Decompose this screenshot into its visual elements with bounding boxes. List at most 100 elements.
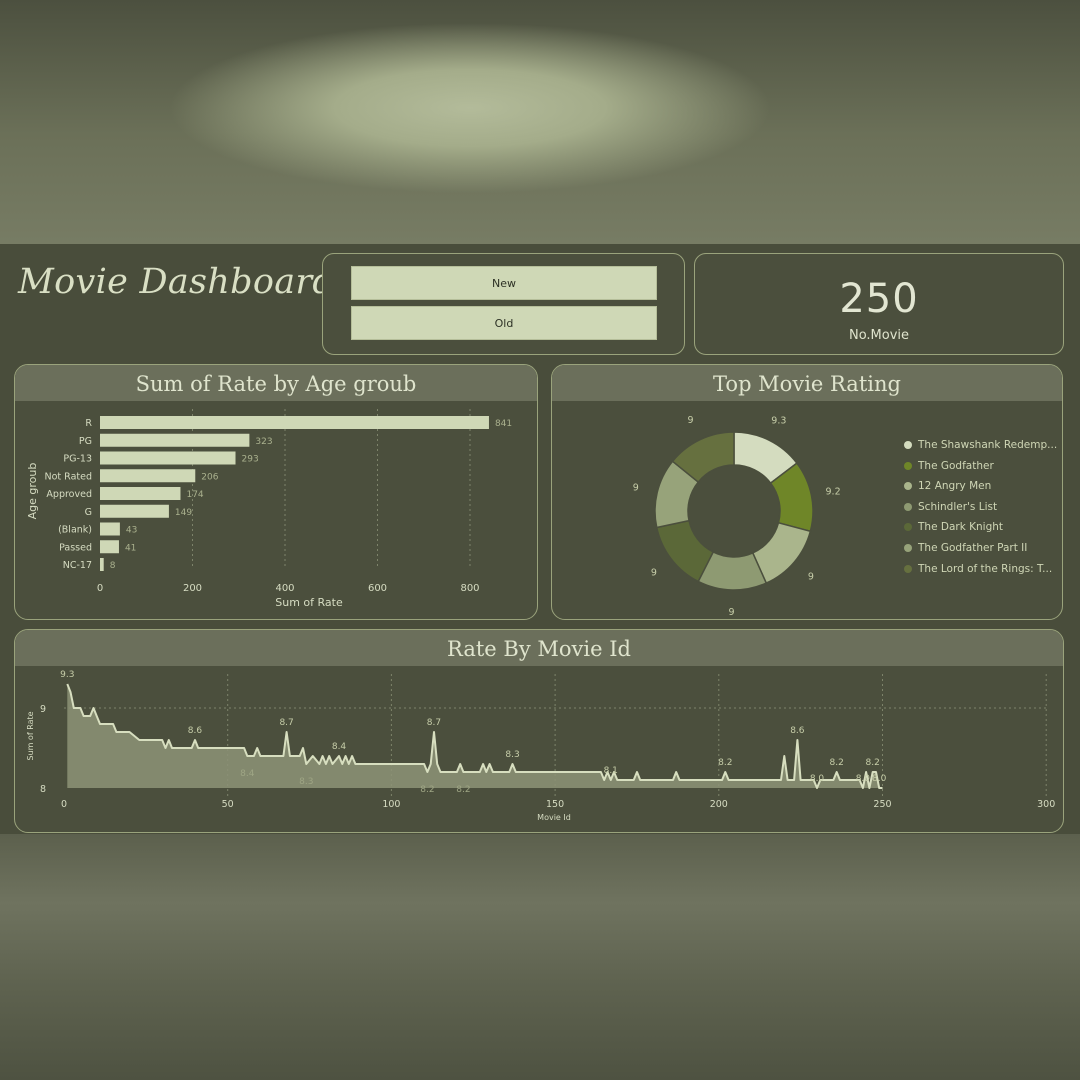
category-label: Approved [46, 489, 92, 500]
bar [100, 558, 104, 571]
slice-data-label: 9 [651, 568, 657, 579]
x-axis-title: Sum of Rate [275, 596, 343, 609]
rate-by-movie-chart-panel: Rate By Movie Id 0 50 100 150 200 250 300 8 9 9.3… [14, 629, 1064, 833]
legend-item: Schindler's List [904, 497, 1054, 518]
rate-by-movie-area-chart: 0 50 100 150 200 250 300 8 9 9.3 8.6 8.4 8.7 8.3 8.4 8.… [26, 670, 1055, 822]
page-title: Movie Dashboard [18, 262, 336, 302]
legend-label: The Lord of the Rings: T... [918, 562, 1053, 575]
slice-data-label: 9.2 [826, 486, 841, 497]
x-tick-label: 0 [97, 583, 103, 594]
legend-label: 12 Angry Men [918, 480, 992, 493]
age-slicer-panel: New Old [322, 253, 685, 355]
x-tick-label: 200 [183, 583, 202, 594]
y-tick-label: 9 [40, 704, 46, 715]
legend-marker [904, 461, 912, 470]
x-tick-label: 250 [873, 799, 891, 810]
legend-label: The Dark Knight [918, 521, 1004, 534]
slice-data-label: 9.3 [771, 416, 786, 427]
x-tick-label: 200 [710, 799, 728, 810]
top-movie-chart-panel: Top Movie Rating 9.3 9.2 9 9 9 9 9 The Shawsha… [551, 364, 1063, 620]
x-tick-label: 300 [1037, 799, 1055, 810]
point-data-label: 8.0 [872, 774, 887, 784]
legend-item: The Godfather Part II [904, 538, 1054, 559]
data-label: 841 [495, 419, 512, 429]
legend-marker [904, 482, 912, 491]
legend-marker [904, 543, 912, 552]
point-data-label: 8.7 [279, 718, 293, 728]
x-tick-label: 800 [460, 583, 479, 594]
legend-label: The Godfather Part II [918, 541, 1028, 554]
legend-item: The Lord of the Rings: T... [904, 559, 1054, 580]
point-data-label: 8.0 [856, 774, 871, 784]
slice-data-label: 9 [633, 482, 639, 493]
x-tick-label: 400 [275, 583, 294, 594]
bar [100, 469, 196, 483]
category-label: NC-17 [63, 560, 92, 571]
legend-item: The Godfather [904, 456, 1054, 477]
point-data-label: 8.2 [829, 758, 843, 768]
data-label: 149 [175, 508, 192, 518]
category-label: G [85, 507, 92, 518]
point-data-label: 8.2 [420, 785, 434, 795]
point-data-label: 8.4 [240, 769, 255, 779]
point-data-label: 8.1 [604, 766, 618, 776]
x-tick-label: 100 [382, 799, 400, 810]
bar [100, 433, 250, 447]
legend-item: The Dark Knight [904, 517, 1054, 538]
point-data-label: 8.3 [299, 777, 313, 787]
category-label: Passed [59, 542, 92, 553]
data-label: 323 [255, 437, 272, 447]
top-movie-chart-title: Top Movie Rating [552, 365, 1062, 401]
slice-data-label: 9 [687, 415, 693, 426]
age-group-chart-panel: Sum of Rate by Age groub 0 200 400 600 800 R 8… [14, 364, 538, 620]
x-tick-label: 50 [222, 799, 234, 810]
category-label: PG [79, 436, 92, 447]
point-data-label: 8.4 [332, 742, 347, 752]
movie-count-label: No.Movie [848, 328, 910, 343]
data-label: 206 [201, 472, 218, 482]
legend-item: 12 Angry Men [904, 476, 1054, 497]
point-data-label: 8.6 [188, 726, 203, 736]
point-data-label: 8.0 [810, 774, 825, 784]
blurred-bottom-background [0, 834, 1080, 1080]
old-button[interactable]: Old [351, 306, 657, 340]
bar [100, 504, 169, 518]
legend-marker [904, 523, 912, 532]
point-data-label: 8.2 [718, 758, 732, 768]
legend-label: The Shawshank Redemp... [918, 439, 1058, 451]
top-movie-donut-chart: 9.3 9.2 9 9 9 9 9 [633, 415, 841, 617]
point-data-label: 8.2 [866, 758, 880, 768]
data-label: 293 [242, 455, 259, 465]
data-label: 8 [110, 561, 116, 571]
top-movie-legend: The Shawshank Redemp... The Godfather 12 A… [904, 435, 1058, 580]
legend-label: Schindler's List [918, 500, 998, 513]
point-data-label: 8.6 [790, 726, 805, 736]
bar [100, 540, 119, 554]
x-tick-label: 150 [546, 799, 564, 810]
category-label: PG-13 [63, 454, 92, 465]
data-label: 174 [186, 490, 203, 500]
new-button[interactable]: New [351, 266, 657, 300]
y-axis-title: Age groub [26, 463, 39, 520]
bar [100, 522, 120, 536]
category-label: R [85, 418, 92, 429]
age-group-bar-chart: 0 200 400 600 800R 841PG 323PG-13 293Not Rated 2… [26, 409, 512, 609]
point-data-label: 8.7 [427, 718, 441, 728]
movie-count-value: 250 [839, 276, 919, 322]
bar [100, 416, 489, 429]
legend-marker [904, 502, 912, 511]
x-tick-label: 0 [61, 799, 67, 810]
category-label: Not Rated [45, 471, 92, 482]
legend-marker [904, 441, 912, 449]
y-tick-label: 8 [40, 784, 46, 795]
rate-by-movie-chart-title: Rate By Movie Id [15, 630, 1063, 666]
y-axis-title: Sum of Rate [26, 711, 35, 760]
category-label: (Blank) [58, 525, 92, 536]
legend-marker [904, 564, 912, 573]
point-data-label: 8.2 [456, 785, 470, 795]
point-data-label: 9.3 [60, 670, 74, 680]
legend-item: The Shawshank Redemp... [904, 435, 1058, 456]
x-axis-title: Movie Id [537, 813, 571, 822]
data-label: 41 [125, 543, 136, 553]
legend-label: The Godfather [918, 459, 994, 472]
